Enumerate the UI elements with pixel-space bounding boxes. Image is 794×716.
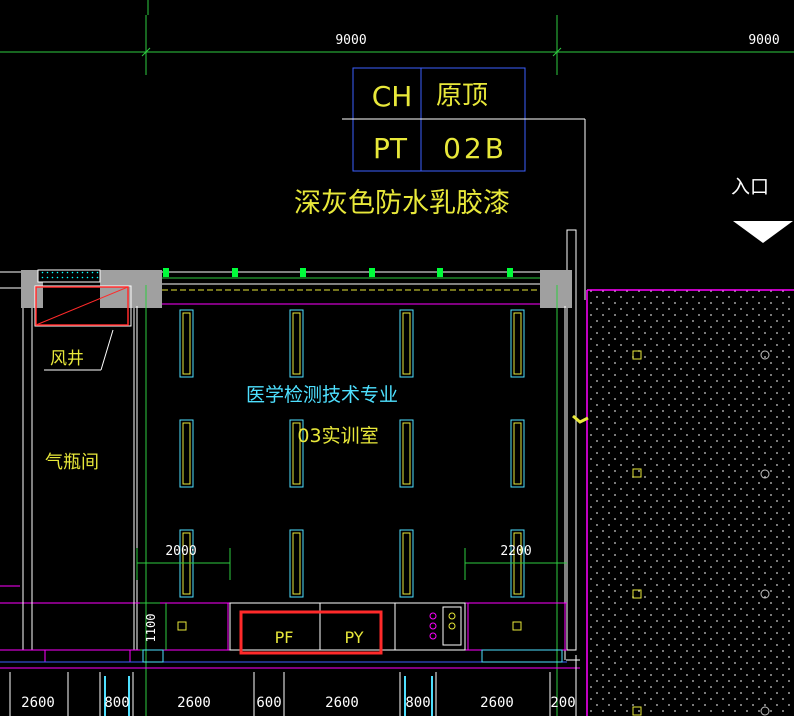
ceiling-code: CH: [372, 80, 413, 113]
dimension-bottom-5: 2600: [325, 695, 359, 711]
gas-room-label: 气瓶间: [45, 452, 99, 473]
cad-floor-plan: 9000 9000 CH 原顶 PT 02B 深灰色防水乳胶漆 入口 医学检测技…: [0, 0, 794, 716]
dimension-bottom-3: 2600: [177, 695, 211, 711]
dimension-left-clearance: 2000: [165, 544, 196, 559]
dimension-bottom-8: 200: [550, 695, 575, 711]
dimension-bottom-4: 600: [256, 695, 281, 711]
dimension-bottom-2: 800: [104, 695, 129, 711]
shaft-label: 风井: [50, 349, 84, 369]
equipment-py-label: PY: [344, 628, 363, 647]
lab-room-outline: [136, 306, 566, 660]
lab-name-line1: 医学检测技术专业: [246, 384, 398, 406]
entrance-label: 入口: [731, 176, 769, 198]
finish-table: CH 原顶 PT 02B 深灰色防水乳胶漆: [294, 67, 586, 300]
dimension-top-left: 9000: [335, 33, 366, 48]
finish-note: 深灰色防水乳胶漆: [294, 188, 510, 219]
paint-value: 02B: [443, 132, 507, 165]
dimension-cabinet-height: 1100: [144, 614, 158, 643]
lab-ceiling-lights: [179, 309, 525, 598]
ceiling-value: 原顶: [436, 81, 488, 111]
corridor-floor-area: [586, 289, 794, 716]
paint-code: PT: [373, 132, 408, 165]
dimension-bottom-7: 2600: [480, 695, 514, 711]
lab-window-wall: [130, 268, 572, 716]
lab-name-line2: 03实训室: [297, 425, 378, 447]
entrance-marker: 入口: [731, 176, 793, 243]
dimension-bottom-1: 2600: [21, 695, 55, 711]
dimension-right-clearance: 2200: [500, 544, 531, 559]
entrance-arrow-icon: [733, 221, 793, 243]
equipment-pf-label: PF: [275, 628, 294, 647]
top-dimension-group: 9000 9000: [0, 0, 794, 75]
dimension-top-right: 9000: [748, 33, 779, 48]
dimension-bottom-6: 800: [405, 695, 430, 711]
